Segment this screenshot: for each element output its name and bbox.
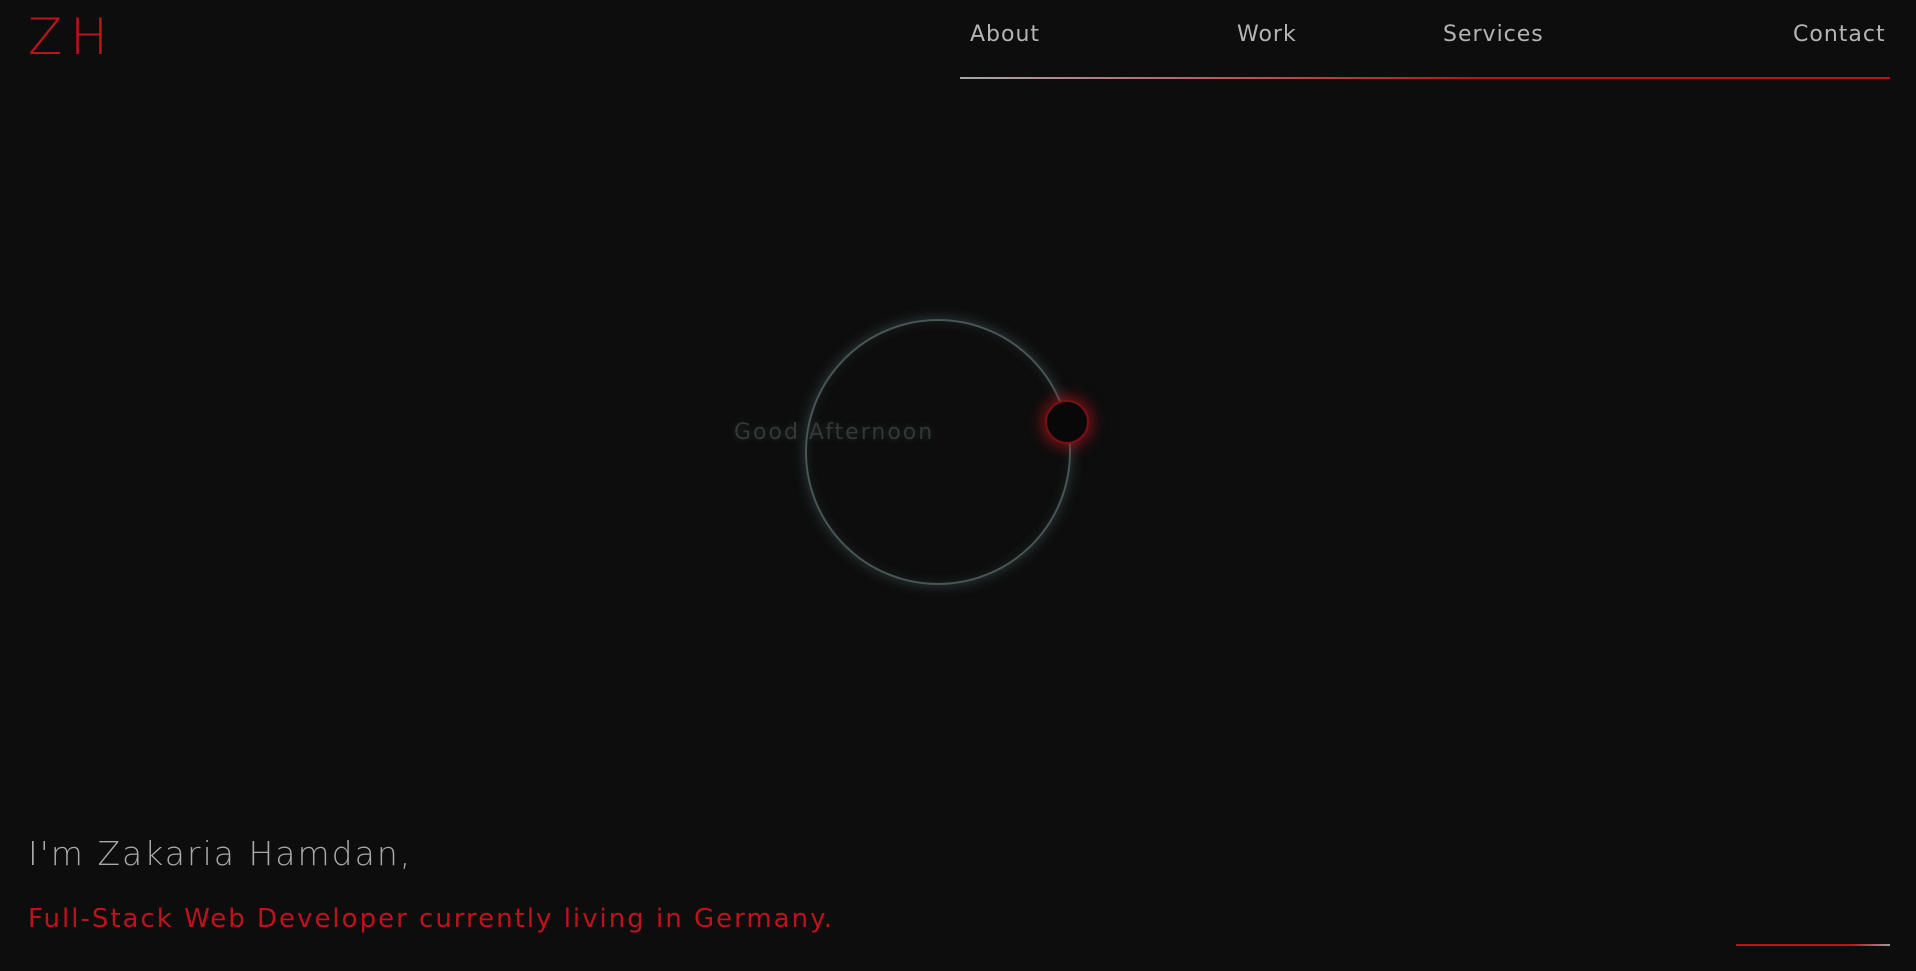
logo-link[interactable]: ZH — [28, 8, 116, 66]
nav-item-work[interactable]: Work — [1237, 22, 1297, 47]
intro-name: I'm Zakaria Hamdan, — [28, 834, 413, 873]
orb-ring — [805, 319, 1071, 585]
nav-item-contact[interactable]: Contact — [1793, 22, 1886, 47]
greeting-text: Good Afternoon — [734, 420, 935, 445]
greeting-orb — [800, 314, 1089, 590]
nav-item-services[interactable]: Services — [1443, 22, 1544, 47]
nav-underline — [960, 77, 1890, 79]
page: ZH About Work Services Contact Good Afte… — [0, 0, 1916, 971]
main-nav: About Work Services Contact — [960, 0, 1890, 80]
nav-item-about[interactable]: About — [970, 22, 1040, 47]
bottom-accent-line — [1736, 944, 1890, 946]
intro-role: Full-Stack Web Developer currently livin… — [28, 904, 835, 934]
orb-dot — [1045, 400, 1089, 444]
